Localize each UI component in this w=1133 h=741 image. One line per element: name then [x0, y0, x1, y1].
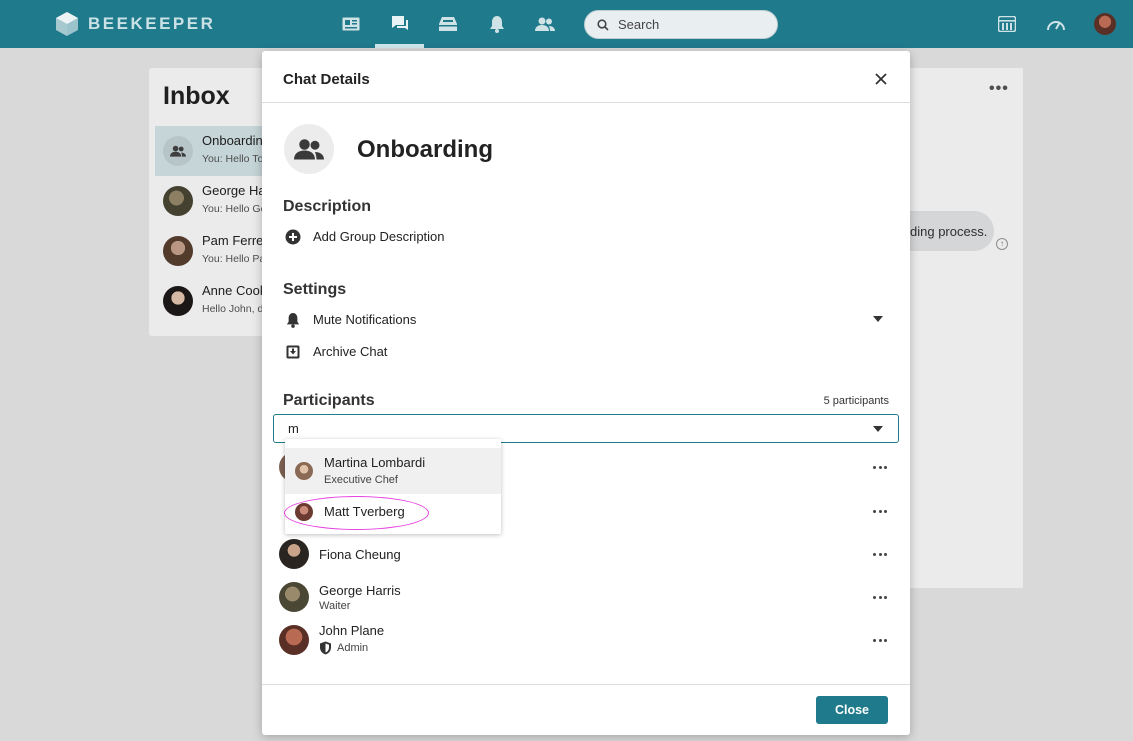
description-heading: Description — [283, 198, 372, 215]
avatar — [295, 462, 313, 480]
chat-icon[interactable] — [388, 12, 412, 36]
participant-count: 5 participants — [823, 395, 889, 407]
bell-icon — [284, 311, 301, 328]
people-icon[interactable] — [533, 12, 557, 36]
news-icon[interactable] — [339, 12, 363, 36]
suggestion-role: Executive Chef — [324, 474, 398, 486]
user-avatar[interactable] — [1094, 13, 1116, 35]
avatar — [279, 582, 309, 612]
suggestion-name: Martina Lombardi — [324, 455, 426, 470]
mute-notifications-button[interactable]: Mute Notifications — [284, 311, 416, 328]
apps-icon[interactable] — [995, 12, 1019, 36]
archive-icon — [284, 343, 301, 360]
participant-row: George Harris Waiter — [279, 578, 891, 618]
brand-name: BEEKEEPER — [88, 14, 216, 33]
group-name: Onboarding — [357, 136, 493, 163]
dialog-header: Chat Details — [262, 51, 910, 103]
top-bar: BEEKEEPER Search — [0, 0, 1133, 48]
more-options-icon[interactable] — [873, 639, 887, 643]
notifications-icon[interactable] — [485, 12, 509, 36]
avatar — [279, 625, 309, 655]
participant-name: George Harris — [319, 583, 401, 598]
participant-role: Waiter — [319, 600, 351, 612]
search-icon — [597, 18, 609, 31]
avatar — [279, 539, 309, 569]
admin-label: Admin — [337, 642, 369, 654]
participant-row: Fiona Cheung — [279, 535, 891, 575]
global-search[interactable]: Search — [584, 10, 778, 39]
close-icon[interactable] — [872, 70, 890, 88]
suggestion-item[interactable]: Martina Lombardi Executive Chef — [285, 448, 501, 494]
archive-chat-button[interactable]: Archive Chat — [284, 343, 387, 360]
participants-heading: Participants — [283, 392, 375, 409]
highlight-annotation — [284, 496, 429, 530]
participant-name: Fiona Cheung — [319, 547, 401, 562]
inbox-icon[interactable] — [436, 12, 460, 36]
more-options-icon[interactable] — [873, 553, 887, 557]
chevron-down-icon[interactable] — [873, 426, 883, 432]
close-button[interactable]: Close — [816, 696, 888, 724]
group-icon — [294, 139, 324, 160]
brand-logo[interactable]: BEEKEEPER — [56, 12, 215, 36]
archive-chat-label: Archive Chat — [313, 344, 388, 359]
hexagon-logo-icon — [56, 12, 78, 36]
chevron-down-icon[interactable] — [873, 316, 883, 322]
more-options-icon[interactable] — [873, 510, 887, 514]
dialog-footer-divider — [262, 684, 910, 685]
shield-icon — [320, 641, 331, 655]
chat-details-dialog: Chat Details Onboarding Description Add … — [262, 51, 910, 735]
participant-row: John Plane Admin — [279, 621, 891, 661]
more-options-icon[interactable] — [873, 596, 887, 600]
mute-notifications-label: Mute Notifications — [313, 312, 417, 327]
settings-heading: Settings — [283, 281, 347, 298]
add-circle-icon — [284, 228, 301, 245]
participant-name: John Plane — [319, 623, 385, 638]
dialog-title: Chat Details — [283, 71, 370, 88]
participant-role-row: Admin — [319, 641, 368, 655]
search-placeholder: Search — [618, 17, 660, 32]
group-avatar — [284, 124, 334, 174]
add-description-button[interactable]: Add Group Description — [284, 228, 445, 245]
more-options-icon[interactable] — [873, 466, 887, 470]
add-description-label: Add Group Description — [313, 229, 445, 244]
dashboard-icon[interactable] — [1044, 12, 1068, 36]
